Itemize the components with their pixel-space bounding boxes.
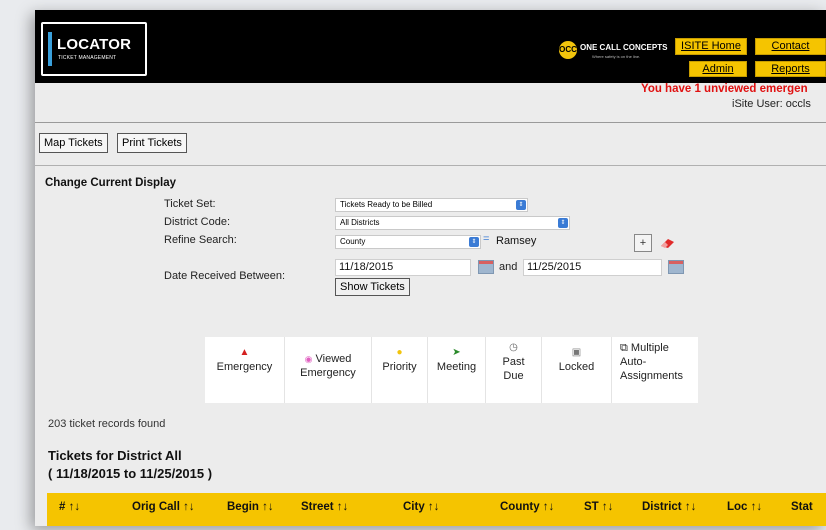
date-from-input[interactable]: 11/18/2015 bbox=[335, 259, 471, 276]
column-header-state[interactable]: ST ↑↓ bbox=[584, 501, 613, 513]
contact-link[interactable]: Contact bbox=[755, 38, 826, 55]
district-code-select[interactable]: All Districts ⇕ bbox=[335, 216, 570, 230]
change-display-heading: Change Current Display bbox=[45, 177, 176, 189]
column-header-number[interactable]: # ↑↓ bbox=[59, 501, 80, 513]
legend-meeting: ➤ Meeting bbox=[428, 337, 486, 403]
record-count: 203 ticket records found bbox=[48, 418, 166, 430]
column-header-status[interactable]: Stat bbox=[791, 501, 813, 513]
add-criteria-button[interactable]: + bbox=[634, 234, 652, 252]
occ-mark-icon: OCC bbox=[559, 41, 577, 59]
refine-search-label: Refine Search: bbox=[164, 234, 237, 246]
ticket-set-select[interactable]: Tickets Ready to be Billed ⇕ bbox=[335, 198, 528, 212]
show-tickets-button[interactable]: Show Tickets bbox=[335, 278, 410, 296]
partner-name: ONE CALL CONCEPTS bbox=[580, 43, 668, 52]
calendar-icon[interactable] bbox=[478, 260, 494, 274]
isite-home-link[interactable]: ISITE Home bbox=[675, 38, 747, 55]
legend-emergency: ▲ Emergency bbox=[205, 337, 285, 403]
column-header-loc[interactable]: Loc ↑↓ bbox=[727, 501, 762, 513]
legend-locked: ▣ Locked bbox=[542, 337, 612, 403]
equals-operator: = bbox=[483, 233, 490, 245]
date-to-input[interactable]: 11/25/2015 bbox=[523, 259, 662, 276]
refine-field-select[interactable]: County ⇕ bbox=[335, 235, 481, 249]
lock-icon: ▣ bbox=[571, 347, 582, 358]
header-bar: LOCATOR TICKET MANAGEMENT OCC ONE CALL C… bbox=[35, 10, 826, 83]
map-tickets-button[interactable]: Map Tickets bbox=[39, 133, 108, 153]
legend-multiple-auto-assignments: ⧉ Multiple Auto- Assignments bbox=[620, 342, 683, 382]
date-and-label: and bbox=[499, 261, 518, 273]
logo-title: LOCATOR bbox=[57, 36, 132, 53]
logo-stripe bbox=[48, 32, 52, 66]
select-arrows-icon: ⇕ bbox=[469, 237, 479, 247]
ticket-status-legend: ▲ Emergency ◉ Viewed Emergency ● Priorit… bbox=[205, 337, 698, 403]
clock-icon: ◷ bbox=[509, 342, 518, 353]
eraser-icon[interactable] bbox=[659, 236, 677, 250]
column-header-district[interactable]: District ↑↓ bbox=[642, 501, 696, 513]
legend-past-due: ◷ Past Due bbox=[486, 337, 542, 403]
calendar-icon[interactable] bbox=[668, 260, 684, 274]
district-code-value: All Districts bbox=[340, 218, 380, 227]
tickets-title: Tickets for District All ( 11/18/2015 to… bbox=[48, 447, 212, 483]
priority-dot-icon: ● bbox=[396, 347, 403, 358]
print-tickets-button[interactable]: Print Tickets bbox=[117, 133, 187, 153]
tickets-table-header: # ↑↓ Orig Call ↑↓ Begin ↑↓ Street ↑↓ Cit… bbox=[47, 493, 826, 526]
partner-tagline: Where safety is on the line. bbox=[592, 54, 641, 59]
date-received-label: Date Received Between: bbox=[164, 270, 286, 282]
locator-logo[interactable]: LOCATOR TICKET MANAGEMENT bbox=[41, 22, 147, 76]
app-window: LOCATOR TICKET MANAGEMENT OCC ONE CALL C… bbox=[35, 10, 826, 526]
district-code-label: District Code: bbox=[164, 216, 231, 228]
column-header-county[interactable]: County ↑↓ bbox=[500, 501, 554, 513]
divider bbox=[35, 122, 826, 123]
legend-priority: ● Priority bbox=[372, 337, 428, 403]
column-header-city[interactable]: City ↑↓ bbox=[403, 501, 439, 513]
column-header-orig-call[interactable]: Orig Call ↑↓ bbox=[132, 501, 195, 513]
select-arrows-icon: ⇕ bbox=[516, 200, 526, 210]
select-arrows-icon: ⇕ bbox=[558, 218, 568, 228]
current-user: iSite User: occls bbox=[732, 98, 811, 110]
legend-viewed-emergency: ◉ Viewed Emergency bbox=[285, 337, 372, 403]
meeting-flag-icon: ➤ bbox=[452, 347, 461, 358]
refine-value-input[interactable]: Ramsey bbox=[492, 233, 628, 250]
column-header-begin[interactable]: Begin ↑↓ bbox=[227, 501, 274, 513]
tickets-title-dates: ( 11/18/2015 to 11/25/2015 ) bbox=[48, 466, 213, 481]
reports-link[interactable]: Reports bbox=[755, 61, 826, 77]
divider bbox=[35, 165, 826, 166]
eye-icon: ◉ bbox=[304, 354, 313, 364]
one-call-concepts-logo: OCC ONE CALL CONCEPTS Where safety is on… bbox=[559, 40, 671, 62]
logo-subtitle: TICKET MANAGEMENT bbox=[58, 55, 117, 61]
emergency-alert[interactable]: You have 1 unviewed emergen bbox=[641, 83, 808, 95]
admin-link[interactable]: Admin bbox=[689, 61, 747, 77]
column-header-street[interactable]: Street ↑↓ bbox=[301, 501, 348, 513]
refine-field-value: County bbox=[340, 237, 366, 246]
multi-assign-icon: ⧉ bbox=[620, 342, 628, 354]
ticket-set-label: Ticket Set: bbox=[164, 198, 216, 210]
ticket-set-value: Tickets Ready to be Billed bbox=[340, 200, 433, 209]
tickets-title-district: Tickets for District All bbox=[48, 448, 182, 463]
warning-icon: ▲ bbox=[239, 347, 250, 358]
